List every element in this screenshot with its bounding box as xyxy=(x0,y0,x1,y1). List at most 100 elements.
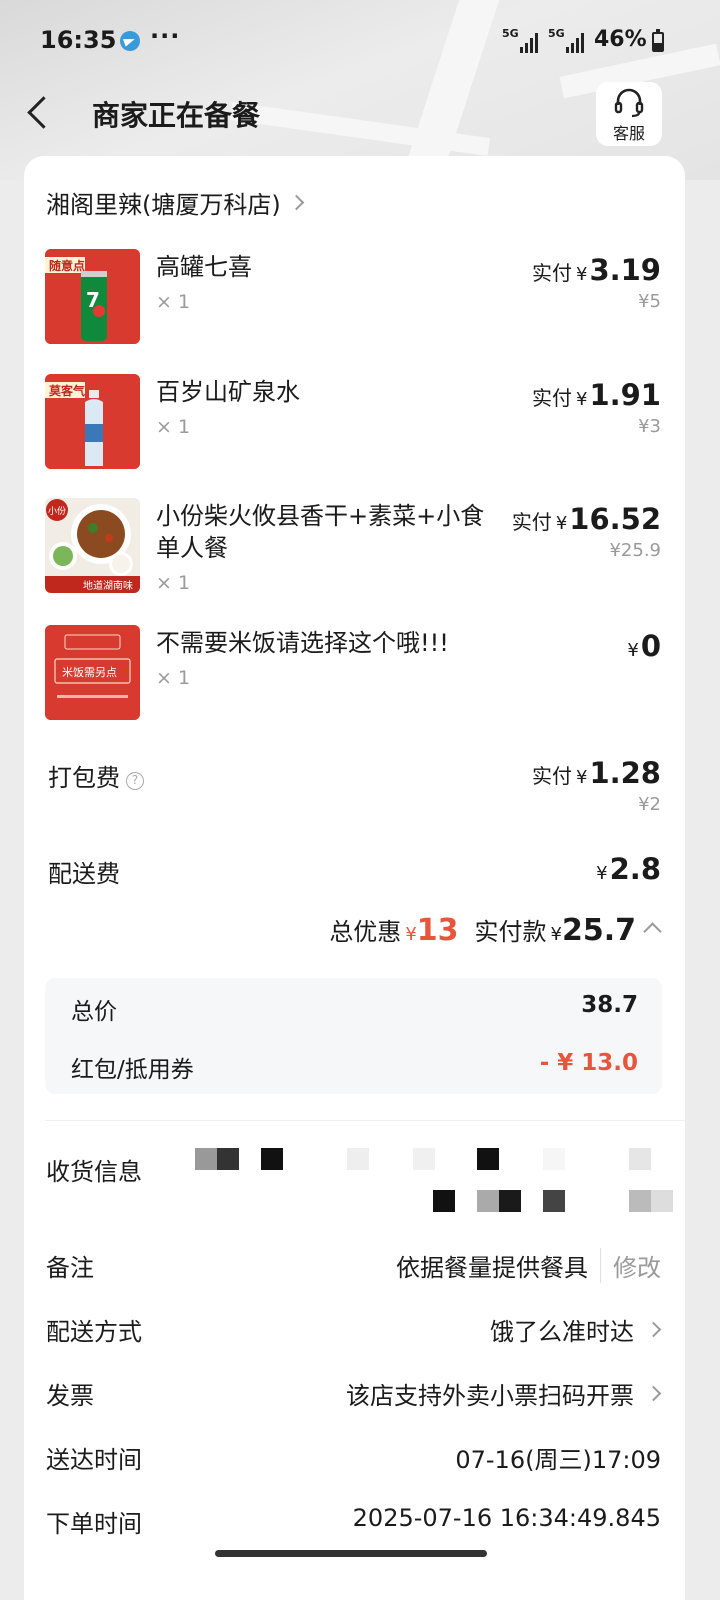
price-breakdown: 总价 38.7 红包/抵用券 - ¥ 13.0 xyxy=(45,978,662,1094)
paid-label: 实付 xyxy=(531,764,572,788)
original-price: ¥5 xyxy=(638,291,661,312)
packing-fee-price: 实付 ¥1.28 ¥2 xyxy=(532,756,661,815)
order-time-value: 2025-07-16 16:34:49.845 xyxy=(352,1504,661,1532)
arrival-time-value: 07-16(周三)17:09 xyxy=(455,1446,661,1474)
original-price: ¥25.9 xyxy=(609,540,661,561)
total-price-label: 总价 xyxy=(71,999,117,1025)
signal-2-icon: 5G xyxy=(548,27,584,53)
thumb-tag: 小份 xyxy=(48,505,66,517)
coupon-label: 红包/抵用券 xyxy=(71,1057,194,1083)
discount-label: 总优惠 xyxy=(329,918,402,946)
item-name: 百岁山矿泉水 xyxy=(156,378,300,406)
item-quantity: × 1 xyxy=(156,667,191,689)
item-price: 实付 ¥1.91 ¥3 xyxy=(532,378,661,437)
currency-symbol: ¥ xyxy=(555,513,568,534)
headset-icon xyxy=(614,88,644,118)
order-item[interactable]: 莫客气 百岁山矿泉水 × 1 实付 ¥1.91 ¥3 xyxy=(24,374,685,474)
item-name: 高罐七喜 xyxy=(156,253,252,281)
back-button[interactable] xyxy=(18,90,58,134)
invoice-row[interactable]: 发票 该店支持外卖小票扫码开票 xyxy=(24,1372,685,1416)
delivery-fee-label: 配送费 xyxy=(48,860,120,888)
delivery-method-label: 配送方式 xyxy=(46,1318,142,1346)
paid-amount: 1.28 xyxy=(589,756,661,790)
7up-can-image: 随意点 7 xyxy=(45,249,140,344)
thumb-tag: 米饭需另点 xyxy=(62,666,117,679)
chevron-up-icon[interactable] xyxy=(643,922,662,941)
delivery-method-row[interactable]: 配送方式 饿了么准时达 xyxy=(24,1308,685,1352)
order-item[interactable]: 随意点 7 高罐七喜 × 1 实付 ¥3.19 ¥5 xyxy=(24,249,685,349)
item-price: 实付 ¥16.52 ¥25.9 xyxy=(512,502,661,561)
battery-percent: 46% xyxy=(594,27,647,52)
order-card: 湘阁里辣(塘厦万科店) 随意点 7 高罐七喜 × 1 实付 ¥3.19 ¥5 莫… xyxy=(24,156,685,1600)
item-thumbnail: 随意点 7 xyxy=(45,249,140,344)
original-price: ¥3 xyxy=(638,416,661,437)
item-name: 小份柴火攸县香干+素菜+小食单人餐 xyxy=(156,502,485,562)
shop-link[interactable]: 湘阁里辣(塘厦万科店) xyxy=(46,184,305,220)
currency-symbol: ¥ xyxy=(575,389,588,410)
page-title: 商家正在备餐 xyxy=(92,99,261,132)
signal-1-icon: 5G xyxy=(502,27,538,53)
thumb-caption: 地道湖南味 xyxy=(83,579,133,592)
battery-icon xyxy=(652,29,664,52)
water-bottle-image: 莫客气 xyxy=(45,374,140,469)
order-item[interactable]: 地道湖南味 小份 小份柴火攸县香干+素菜+小食单人餐 × 1 实付 ¥16.52 … xyxy=(24,498,685,598)
invoice-label: 发票 xyxy=(46,1382,94,1410)
status-bar: 16:35 ··· 5G 5G 46% xyxy=(0,0,720,82)
paid-total-label: 实付款 xyxy=(474,918,547,946)
shop-name: 湘阁里辣(塘厦万科店) xyxy=(46,190,281,219)
signal-1-label: 5G xyxy=(502,27,519,40)
home-indicator[interactable] xyxy=(215,1550,487,1557)
more-notifications-icon: ··· xyxy=(150,22,181,50)
item-quantity: × 1 xyxy=(156,416,191,438)
total-price-row: 总价 38.7 xyxy=(71,988,638,1028)
customer-service-button[interactable]: 客服 xyxy=(596,82,662,146)
item-thumbnail: 地道湖南味 小份 xyxy=(45,498,140,593)
item-price: 实付 ¥3.19 ¥5 xyxy=(532,253,661,312)
item-price: ¥0 xyxy=(623,629,661,663)
paid-label: 实付 xyxy=(531,261,572,285)
paid-label: 实付 xyxy=(511,510,552,534)
thumb-tag: 随意点 xyxy=(49,258,85,273)
chevron-right-icon xyxy=(288,194,305,210)
order-time-row: 下单时间 2025-07-16 16:34:49.845 xyxy=(24,1500,685,1544)
invoice-value: 该店支持外卖小票扫码开票 xyxy=(346,1382,634,1410)
address-row[interactable]: 收货信息 xyxy=(24,1148,685,1218)
currency-symbol: ¥ xyxy=(405,924,417,945)
paid-amount: 16.52 xyxy=(569,502,661,536)
discount-amount: 13 xyxy=(416,913,459,948)
note-value: 依据餐量提供餐具 xyxy=(396,1254,588,1282)
paid-amount: 1.91 xyxy=(589,378,661,412)
paid-amount: 3.19 xyxy=(589,253,661,287)
status-time: 16:35 xyxy=(40,26,117,54)
packing-fee-row: 打包费? 实付 ¥1.28 ¥2 xyxy=(24,752,685,822)
currency-symbol: ¥ xyxy=(575,767,588,788)
totals-summary[interactable]: 总优惠 ¥ 13 实付款 ¥ 25.7 xyxy=(329,912,662,948)
delivery-fee-row: 配送费 ¥2.8 xyxy=(24,848,685,892)
item-quantity: × 1 xyxy=(156,291,191,313)
paid-amount: 0 xyxy=(640,629,661,663)
currency-symbol: ¥ xyxy=(627,640,639,661)
question-circle-icon[interactable]: ? xyxy=(126,772,144,790)
rice-notice-image: 米饭需另点 xyxy=(45,625,140,720)
header: 商家正在备餐 客服 xyxy=(0,82,720,152)
total-price-value: 38.7 xyxy=(581,992,638,1018)
order-item[interactable]: 米饭需另点 不需要米饭请选择这个哦!!! × 1 ¥0 xyxy=(24,625,685,725)
coupon-row: 红包/抵用券 - ¥ 13.0 xyxy=(71,1046,638,1086)
thumb-tag: 莫客气 xyxy=(49,383,85,398)
signal-2-label: 5G xyxy=(548,27,565,40)
currency-symbol: ¥ xyxy=(550,924,562,945)
original-price: ¥2 xyxy=(638,794,661,815)
order-time-label: 下单时间 xyxy=(46,1510,142,1538)
item-name: 不需要米饭请选择这个哦!!! xyxy=(156,629,449,657)
address-label: 收货信息 xyxy=(46,1158,142,1186)
delivery-fee-price: ¥2.8 xyxy=(592,852,661,886)
coupon-value: - ¥ 13.0 xyxy=(539,1050,638,1076)
modify-note-link[interactable]: 修改 xyxy=(600,1248,661,1283)
arrival-time-row: 送达时间 07-16(周三)17:09 xyxy=(24,1436,685,1480)
item-thumbnail: 莫客气 xyxy=(45,374,140,469)
item-quantity: × 1 xyxy=(156,572,191,594)
currency-symbol: ¥ xyxy=(596,863,608,884)
chevron-right-icon xyxy=(645,1321,662,1338)
delivery-fee-amount: 2.8 xyxy=(609,852,661,886)
meal-bowl-image: 地道湖南味 小份 xyxy=(45,498,140,593)
